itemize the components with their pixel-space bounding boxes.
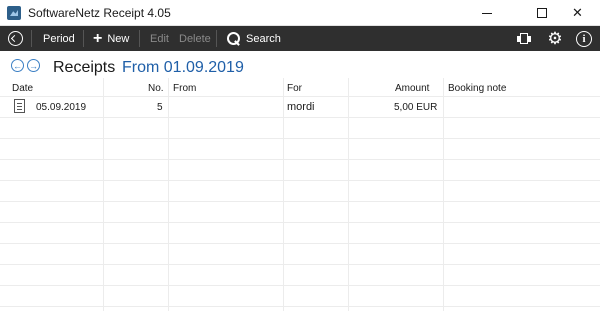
printer-icon — [517, 33, 531, 44]
print-button[interactable] — [513, 26, 535, 51]
header-divider — [0, 96, 600, 97]
maximize-icon — [536, 8, 547, 18]
column-divider — [443, 78, 444, 311]
toolbar-separator — [31, 30, 32, 47]
row-divider — [0, 180, 600, 181]
window-title: SoftwareNetz Receipt 4.05 — [28, 6, 171, 20]
cell-date: 05.09.2019 — [36, 102, 87, 113]
cell-for: mordi — [287, 101, 315, 113]
info-button[interactable]: i — [573, 26, 595, 51]
column-divider — [283, 78, 284, 311]
column-header-amount[interactable]: Amount — [395, 83, 429, 94]
column-header-booking-note[interactable]: Booking note — [448, 83, 506, 94]
search-button-label: Search — [246, 32, 281, 45]
search-button[interactable]: Search — [227, 26, 281, 51]
new-button-label: New — [107, 32, 130, 45]
app-icon — [7, 6, 21, 20]
row-divider — [0, 159, 600, 160]
row-divider — [0, 201, 600, 202]
delete-button[interactable]: Delete — [179, 26, 211, 51]
close-button[interactable]: ✕ — [555, 0, 600, 26]
column-header-from[interactable]: From — [173, 83, 196, 94]
document-icon — [14, 99, 25, 113]
arrow-right-icon[interactable]: → — [27, 59, 40, 72]
info-icon: i — [576, 30, 592, 47]
toolbar-separator — [216, 30, 217, 47]
row-divider — [0, 243, 600, 244]
settings-button[interactable]: ⚙ — [544, 26, 566, 51]
edit-button[interactable]: Edit — [150, 26, 169, 51]
column-divider — [103, 78, 104, 311]
arrow-left-icon[interactable]: ← — [11, 59, 24, 72]
period-button[interactable]: Period — [43, 26, 75, 51]
row-divider — [0, 285, 600, 286]
cell-no: 5 — [157, 102, 163, 113]
receipts-table: Date No. From For Amount Booking note 05… — [0, 78, 600, 311]
search-icon — [227, 32, 240, 45]
toolbar: Period + New Edit Delete Search ⚙ i — [0, 26, 600, 51]
row-divider — [0, 264, 600, 265]
column-header-for[interactable]: For — [287, 83, 302, 94]
date-range[interactable]: From 01.09.2019 — [122, 59, 244, 77]
minimize-button[interactable] — [464, 0, 509, 26]
toolbar-separator — [139, 30, 140, 47]
row-divider — [0, 117, 600, 118]
column-header-no[interactable]: No. — [148, 83, 164, 94]
row-divider — [0, 222, 600, 223]
minimize-icon — [481, 12, 492, 14]
row-divider — [0, 306, 600, 307]
gear-icon: ⚙ — [547, 29, 563, 48]
cell-amount: 5,00 EUR — [394, 102, 438, 113]
page-title: Receipts — [53, 59, 116, 76]
toolbar-separator — [83, 30, 84, 47]
plus-icon: + — [93, 29, 103, 47]
title-bar: SoftwareNetz Receipt 4.05 ✕ — [0, 0, 600, 26]
new-button[interactable]: + New — [93, 26, 129, 51]
column-divider — [168, 78, 169, 311]
back-icon[interactable] — [8, 31, 23, 46]
column-divider — [348, 78, 349, 311]
row-divider — [0, 138, 600, 139]
column-header-date[interactable]: Date — [12, 83, 33, 94]
